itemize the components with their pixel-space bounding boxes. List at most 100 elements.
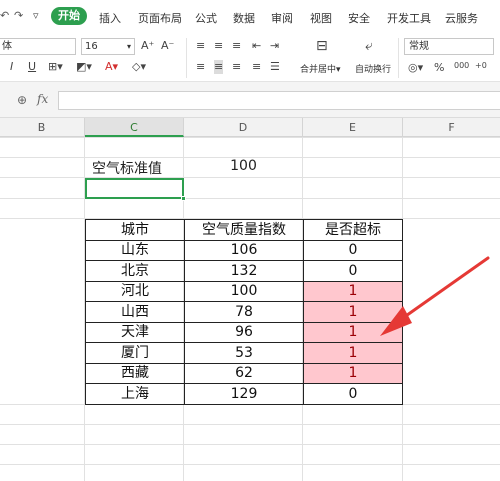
over-cell-highlighted[interactable]: 1 <box>303 342 403 364</box>
city-cell[interactable]: 山东 <box>85 239 185 261</box>
table-header-row: 城市 空气质量指数 是否超标 <box>85 219 403 241</box>
percent-button[interactable]: % <box>434 61 444 75</box>
column-header-d[interactable]: D <box>184 118 303 137</box>
city-cell[interactable]: 河北 <box>85 280 185 302</box>
city-cell[interactable]: 北京 <box>85 260 185 282</box>
header-cell-city[interactable]: 城市 <box>85 219 185 241</box>
over-cell[interactable]: 0 <box>303 383 403 405</box>
aqi-cell[interactable]: 62 <box>184 362 304 384</box>
column-header-e[interactable]: E <box>303 118 403 137</box>
align-right-icon[interactable]: ≡ <box>232 60 241 74</box>
active-cell[interactable] <box>85 178 184 199</box>
column-header-c[interactable]: C <box>85 118 184 137</box>
wrap-text-icon[interactable]: ⤶ <box>365 39 373 53</box>
indent-increase-icon[interactable]: ⇥ <box>270 39 279 53</box>
quick-access-dropdown-icon[interactable]: ▿ <box>33 9 39 22</box>
fill-color-icon[interactable]: ◩▾ <box>76 60 92 74</box>
tab-data[interactable]: 数据 <box>233 10 255 26</box>
gridline <box>0 424 500 425</box>
align-center-icon[interactable]: ≡ <box>214 60 224 74</box>
aqi-cell[interactable]: 78 <box>184 301 304 323</box>
aqi-cell[interactable]: 96 <box>184 321 304 343</box>
tab-home[interactable]: 开始 <box>51 7 87 25</box>
header-cell-aqi[interactable]: 空气质量指数 <box>184 219 304 241</box>
gridline <box>0 198 500 199</box>
table-row: 上海 129 0 <box>85 383 403 405</box>
font-color-icon[interactable]: A▾ <box>105 60 118 74</box>
standard-value-cell[interactable]: 100 <box>184 158 303 174</box>
border-icon[interactable]: ⊞▾ <box>48 60 63 74</box>
align-left-icon[interactable]: ≡ <box>196 60 205 74</box>
aqi-cell[interactable]: 132 <box>184 260 304 282</box>
increase-decimal-button[interactable]: +0 <box>475 59 487 73</box>
clear-format-icon[interactable]: ◇▾ <box>132 60 146 74</box>
tab-formulas[interactable]: 公式 <box>195 10 217 26</box>
menu-bar: ↶ ↷ ▿ 开始 插入 页面布局 公式 数据 审阅 视图 安全 开发工具 云服务 <box>0 0 500 34</box>
over-cell-highlighted[interactable]: 1 <box>303 321 403 343</box>
ribbon-divider <box>186 38 187 78</box>
tab-review[interactable]: 审阅 <box>271 10 293 26</box>
undo-icon[interactable]: ↶ <box>0 9 9 22</box>
over-cell-highlighted[interactable]: 1 <box>303 280 403 302</box>
tab-view[interactable]: 视图 <box>310 10 332 26</box>
number-format-select[interactable]: 常规 <box>404 38 494 55</box>
city-cell[interactable]: 上海 <box>85 383 185 405</box>
gridline <box>0 444 500 445</box>
city-cell[interactable]: 山西 <box>85 301 185 323</box>
aqi-cell[interactable]: 106 <box>184 239 304 261</box>
tab-security[interactable]: 安全 <box>348 10 370 26</box>
ribbon: 体 16 ▾ A⁺ A⁻ I U ⊞▾ ◩▾ A▾ ◇▾ ≡ ≡ ≡ ⇤ ⇥ ≡ … <box>0 34 500 82</box>
italic-icon[interactable]: I <box>10 60 13 74</box>
table-row: 西藏 62 1 <box>85 362 403 384</box>
over-cell[interactable]: 0 <box>303 239 403 261</box>
tab-cloud[interactable]: 云服务 <box>445 10 478 26</box>
merge-center-icon[interactable]: ⊟ <box>316 39 328 53</box>
merge-center-button[interactable]: 合并居中▾ <box>300 62 341 75</box>
tab-page-layout[interactable]: 页面布局 <box>138 10 182 26</box>
gridline <box>0 177 500 178</box>
over-cell-highlighted[interactable]: 1 <box>303 301 403 323</box>
tab-insert[interactable]: 插入 <box>99 10 121 26</box>
distribute-icon[interactable]: ☰ <box>270 60 280 74</box>
thousands-separator-button[interactable]: 000 <box>454 59 469 73</box>
align-middle-icon[interactable]: ≡ <box>214 39 223 53</box>
gridline <box>0 137 500 138</box>
currency-icon[interactable]: ◎▾ <box>408 61 423 75</box>
indent-decrease-icon[interactable]: ⇤ <box>252 39 261 53</box>
tab-developer[interactable]: 开发工具 <box>387 10 431 26</box>
aqi-cell[interactable]: 53 <box>184 342 304 364</box>
justify-icon[interactable]: ≡ <box>252 60 261 74</box>
standard-label-cell[interactable]: 空气标准值 <box>92 158 162 178</box>
table-row: 厦门 53 1 <box>85 342 403 364</box>
over-cell[interactable]: 0 <box>303 260 403 282</box>
table-row: 天津 96 1 <box>85 321 403 343</box>
align-bottom-icon[interactable]: ≡ <box>232 39 241 53</box>
underline-icon[interactable]: U <box>28 60 36 74</box>
city-cell[interactable]: 天津 <box>85 321 185 343</box>
table-row: 河北 100 1 <box>85 280 403 302</box>
wrap-text-button[interactable]: 自动换行 <box>355 62 391 75</box>
column-header-b[interactable]: B <box>0 118 85 137</box>
city-cell[interactable]: 厦门 <box>85 342 185 364</box>
font-name-select[interactable]: 体 <box>0 38 76 55</box>
aqi-cell[interactable]: 100 <box>184 280 304 302</box>
formula-input[interactable] <box>58 91 500 110</box>
column-header-f[interactable]: F <box>403 118 500 137</box>
zoom-icon[interactable]: ⊕ <box>17 93 27 107</box>
aqi-cell[interactable]: 129 <box>184 383 304 405</box>
fill-handle[interactable] <box>181 196 186 201</box>
data-table: 城市 空气质量指数 是否超标 山东 106 0 北京 132 0 河北 100 … <box>85 219 403 405</box>
align-top-icon[interactable]: ≡ <box>196 39 205 53</box>
formula-bar: ⊕ fx <box>0 82 500 118</box>
table-row: 山西 78 1 <box>85 301 403 323</box>
column-header-bar: B C D E F <box>0 118 500 137</box>
font-size-select[interactable]: 16 ▾ <box>81 38 135 55</box>
table-row: 山东 106 0 <box>85 239 403 261</box>
redo-icon[interactable]: ↷ <box>14 9 23 22</box>
header-cell-over[interactable]: 是否超标 <box>303 219 403 241</box>
fx-icon[interactable]: fx <box>37 92 48 106</box>
decrease-font-icon[interactable]: A⁻ <box>161 39 174 53</box>
city-cell[interactable]: 西藏 <box>85 362 185 384</box>
over-cell-highlighted[interactable]: 1 <box>303 362 403 384</box>
increase-font-icon[interactable]: A⁺ <box>141 39 154 53</box>
